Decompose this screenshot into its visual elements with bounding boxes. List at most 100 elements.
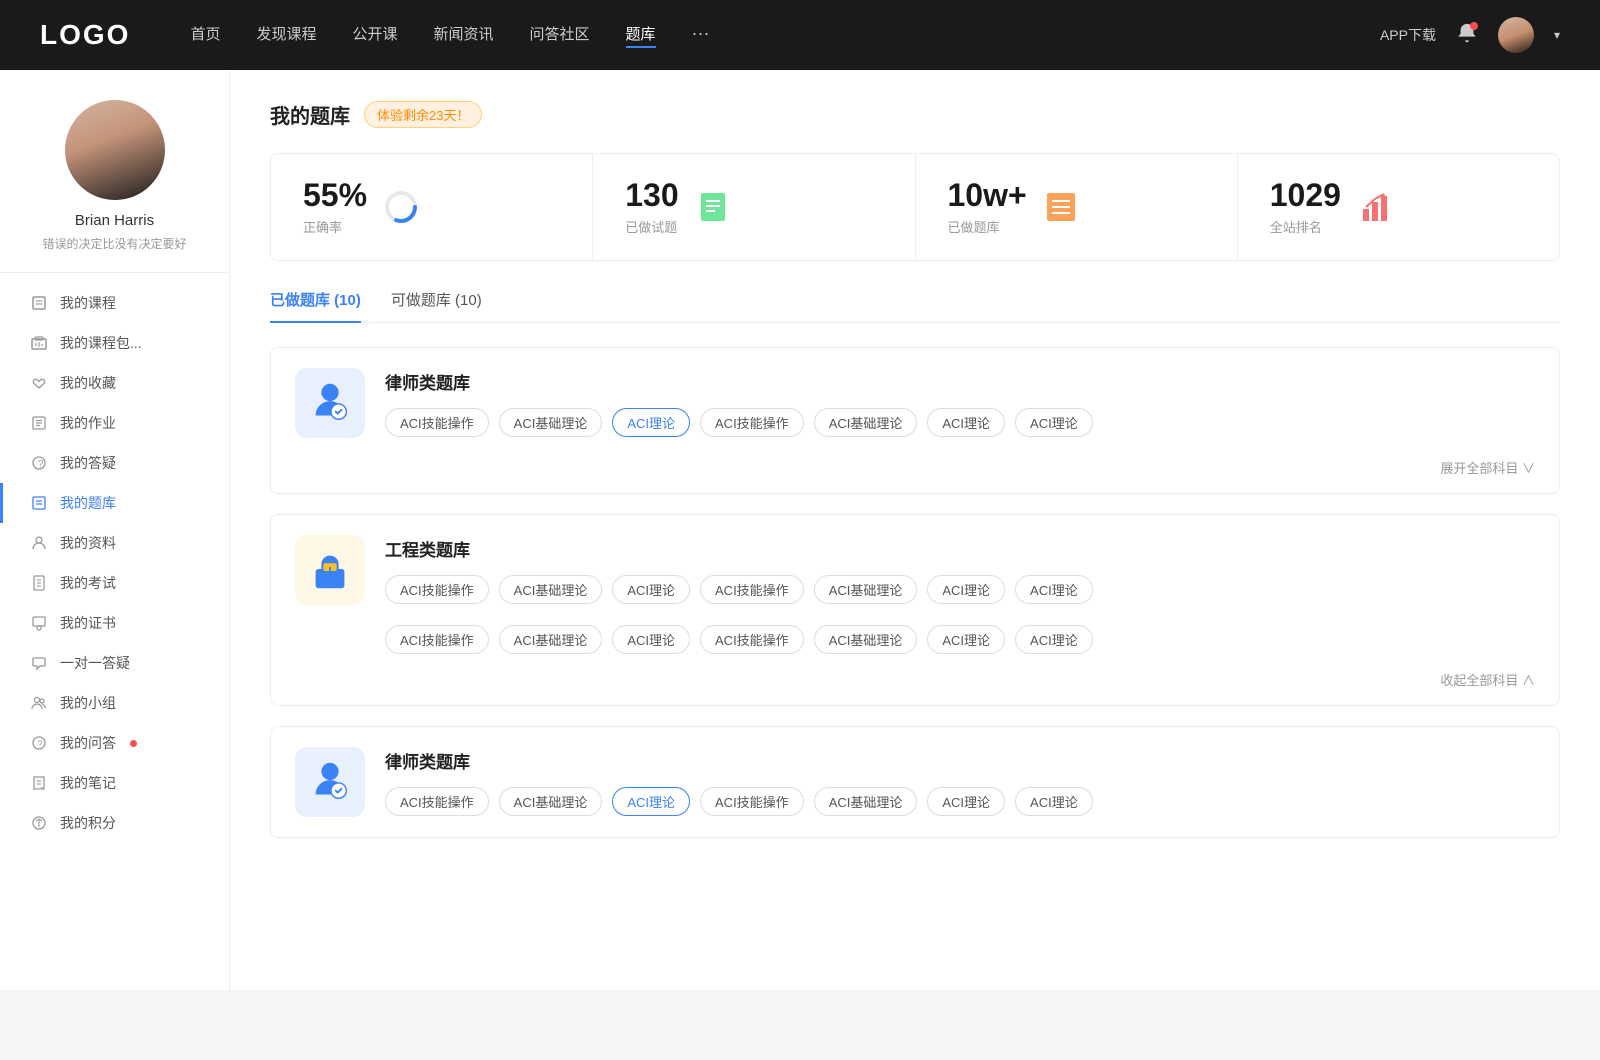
extra-tag-2-2[interactable]: ACI理论 [612,625,690,654]
nav-question-bank[interactable]: 题库 [626,23,656,48]
doc-green-icon [695,189,731,225]
tag-3-2[interactable]: ACI理论 [612,787,690,816]
tag-1-4[interactable]: ACI基础理论 [814,408,918,437]
stat-rank: 1029 全站排名 [1238,154,1559,260]
extra-tag-2-5[interactable]: ACI理论 [927,625,1005,654]
nav-more[interactable]: ··· [692,23,710,48]
page-layout: Brian Harris 错误的决定比没有决定要好 我的课程 我的课程包... [0,70,1600,990]
sidebar-label-my-exam: 我的考试 [60,573,116,593]
stat-correct-rate: 55% 正确率 [271,154,593,260]
nav-home[interactable]: 首页 [190,23,220,48]
sidebar-menu: 我的课程 我的课程包... 我的收藏 我的作业 [0,273,229,853]
sidebar-label-my-cert: 我的证书 [60,613,116,633]
profile-avatar [65,100,165,200]
sidebar-item-my-notes[interactable]: 我的笔记 [0,763,229,803]
nav-right: APP下载 ▾ [1380,17,1560,53]
bank-card-header-1: 律师类题库 ACI技能操作 ACI基础理论 ACI理论 ACI技能操作 ACI基… [271,348,1559,458]
tag-2-0[interactable]: ACI技能操作 [385,575,489,604]
tag-3-0[interactable]: ACI技能操作 [385,787,489,816]
bank-card-lawyer-2: 律师类题库 ACI技能操作 ACI基础理论 ACI理论 ACI技能操作 ACI基… [270,726,1560,838]
bank-card-engineer: 工程类题库 ACI技能操作 ACI基础理论 ACI理论 ACI技能操作 ACI基… [270,514,1560,706]
logo[interactable]: LOGO [40,19,130,51]
extra-tag-2-3[interactable]: ACI技能操作 [700,625,804,654]
engineer-icon [306,546,354,594]
stat-label-banks: 已做题库 [948,217,1027,236]
extra-tag-2-0[interactable]: ACI技能操作 [385,625,489,654]
tag-2-1[interactable]: ACI基础理论 [499,575,603,604]
profile-name: Brian Harris [75,212,154,229]
tag-3-5[interactable]: ACI理论 [927,787,1005,816]
donut-chart-icon [383,189,419,225]
sidebar-item-my-favorites[interactable]: 我的收藏 [0,363,229,403]
tab-done-banks[interactable]: 已做题库 (10) [270,289,361,322]
sidebar-item-my-profile[interactable]: 我的资料 [0,523,229,563]
lawyer-bank-icon-1 [295,368,365,438]
tag-1-2[interactable]: ACI理论 [612,408,690,437]
tag-1-3[interactable]: ACI技能操作 [700,408,804,437]
tag-2-4[interactable]: ACI基础理论 [814,575,918,604]
sidebar-item-my-group[interactable]: 我的小组 [0,683,229,723]
homework-icon [30,414,48,432]
sidebar-item-my-cert[interactable]: 我的证书 [0,603,229,643]
sidebar-label-my-course-pkg: 我的课程包... [60,333,142,353]
tag-1-6[interactable]: ACI理论 [1015,408,1093,437]
stat-questions-done: 130 已做试题 [593,154,915,260]
sidebar-item-my-questions[interactable]: ? 我的问答 [0,723,229,763]
tags-row-3: ACI技能操作 ACI基础理论 ACI理论 ACI技能操作 ACI基础理论 AC… [385,787,1535,816]
collapse-link-2[interactable]: 收起全部科目 ∧ [271,670,1559,705]
cert-icon [30,614,48,632]
tag-3-1[interactable]: ACI基础理论 [499,787,603,816]
extra-tag-2-4[interactable]: ACI基础理论 [814,625,918,654]
bank-card-lawyer-1: 律师类题库 ACI技能操作 ACI基础理论 ACI理论 ACI技能操作 ACI基… [270,347,1560,494]
nav-qa[interactable]: 问答社区 [530,23,590,48]
stat-value-banks: 10w+ [948,178,1027,213]
tab-available-banks[interactable]: 可做题库 (10) [391,289,482,322]
user-avatar[interactable] [1498,17,1534,53]
sidebar-label-my-favorites: 我的收藏 [60,373,116,393]
questions-dot [130,740,137,747]
banks-done-icon [1043,189,1079,225]
nav-discover[interactable]: 发现课程 [256,23,316,48]
tag-2-5[interactable]: ACI理论 [927,575,1005,604]
tag-1-5[interactable]: ACI理论 [927,408,1005,437]
tag-1-0[interactable]: ACI技能操作 [385,408,489,437]
sidebar-label-my-course: 我的课程 [60,293,116,313]
extra-tag-2-1[interactable]: ACI基础理论 [499,625,603,654]
notification-bell[interactable] [1456,22,1478,49]
engineer-bank-icon [295,535,365,605]
tag-3-3[interactable]: ACI技能操作 [700,787,804,816]
tag-3-4[interactable]: ACI基础理论 [814,787,918,816]
sidebar-item-one-on-one[interactable]: 一对一答疑 [0,643,229,683]
trial-badge: 体验剩余23天！ [364,101,482,128]
profile-icon [30,534,48,552]
sidebar-item-my-bank[interactable]: 我的题库 [0,483,229,523]
sidebar-profile: Brian Harris 错误的决定比没有决定要好 [0,100,229,273]
nav-news[interactable]: 新闻资讯 [434,23,494,48]
sidebar-item-my-points[interactable]: 我的积分 [0,803,229,843]
user-menu-chevron[interactable]: ▾ [1554,28,1560,42]
bank-menu-icon [30,494,48,512]
tag-2-6[interactable]: ACI理论 [1015,575,1093,604]
extra-tag-2-6[interactable]: ACI理论 [1015,625,1093,654]
sidebar-item-my-course[interactable]: 我的课程 [0,283,229,323]
tag-2-3[interactable]: ACI技能操作 [700,575,804,604]
sidebar-item-my-qa[interactable]: ? 我的答疑 [0,443,229,483]
expand-link-1[interactable]: 展开全部科目 ∨ [271,458,1559,493]
tag-1-1[interactable]: ACI基础理论 [499,408,603,437]
sidebar-label-my-notes: 我的笔记 [60,773,116,793]
sidebar-item-my-exam[interactable]: 我的考试 [0,563,229,603]
chart-red-icon [1357,189,1393,225]
tag-3-6[interactable]: ACI理论 [1015,787,1093,816]
sidebar-label-my-group: 我的小组 [60,693,116,713]
rank-icon [1357,189,1393,225]
app-download-link[interactable]: APP下载 [1380,25,1436,45]
qa-icon: ? [30,454,48,472]
sidebar-item-my-homework[interactable]: 我的作业 [0,403,229,443]
tag-2-2[interactable]: ACI理论 [612,575,690,604]
correct-rate-icon [383,189,419,225]
nav-open-course[interactable]: 公开课 [352,23,397,48]
bank-name-1: 律师类题库 [385,369,1535,394]
extra-tags-row-2: ACI技能操作 ACI基础理论 ACI理论 ACI技能操作 ACI基础理论 AC… [271,625,1559,670]
sidebar-label-my-bank: 我的题库 [60,493,116,513]
sidebar-item-my-course-pkg[interactable]: 我的课程包... [0,323,229,363]
